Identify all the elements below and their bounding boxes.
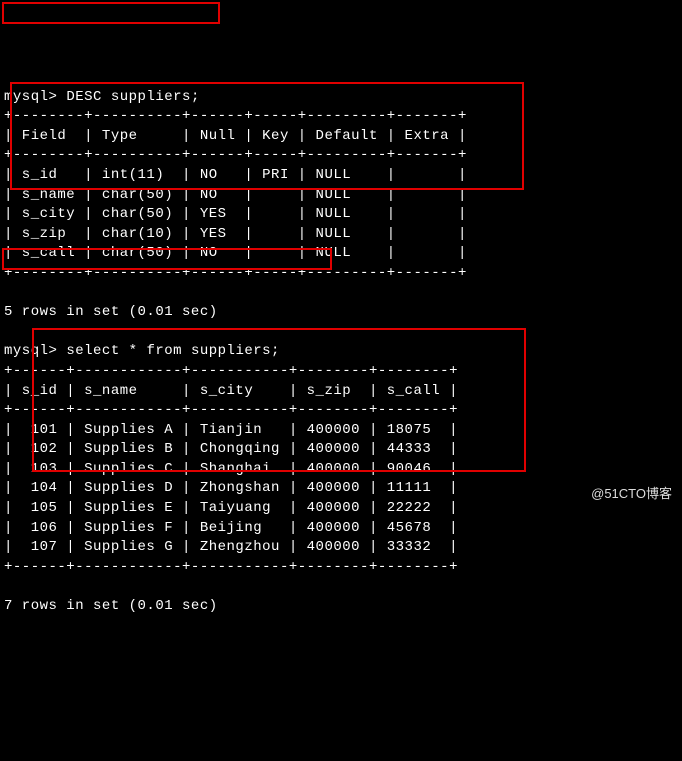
mysql-prompt[interactable]: mysql> select * from suppliers;: [4, 343, 280, 359]
desc-row: | s_name | char(50) | NO | | NULL | |: [4, 187, 467, 203]
desc-row: | s_zip | char(10) | YES | | NULL | |: [4, 226, 467, 242]
select-border-mid: +------+------------+-----------+-------…: [4, 402, 458, 418]
desc-footer: 5 rows in set (0.01 sec): [4, 304, 218, 320]
desc-border-top: +--------+----------+------+-----+------…: [4, 108, 467, 124]
desc-border-bot: +--------+----------+------+-----+------…: [4, 265, 467, 281]
prompt-text: mysql>: [4, 343, 57, 359]
select-row: | 103 | Supplies C | Shanghai | 400000 |…: [4, 461, 458, 477]
desc-header-row: | Field | Type | Null | Key | Default | …: [4, 128, 467, 144]
select-row: | 101 | Supplies A | Tianjin | 400000 | …: [4, 422, 458, 438]
select-row: | 107 | Supplies G | Zhengzhou | 400000 …: [4, 539, 458, 555]
select-command: select * from suppliers;: [66, 343, 280, 359]
select-row: | 104 | Supplies D | Zhongshan | 400000 …: [4, 480, 458, 496]
prompt-text: mysql>: [4, 89, 57, 105]
select-border-bot: +------+------------+-----------+-------…: [4, 559, 458, 575]
desc-row: | s_id | int(11) | NO | PRI | NULL | |: [4, 167, 467, 183]
terminal-output: mysql> DESC suppliers; +--------+-------…: [4, 68, 678, 617]
select-header-row: | s_id | s_name | s_city | s_zip | s_cal…: [4, 383, 458, 399]
select-footer: 7 rows in set (0.01 sec): [4, 598, 218, 614]
mysql-prompt[interactable]: mysql> DESC suppliers;: [4, 89, 200, 105]
desc-row: | s_call | char(50) | NO | | NULL | |: [4, 245, 467, 261]
highlight-box: [2, 2, 220, 24]
desc-border-mid: +--------+----------+------+-----+------…: [4, 147, 467, 163]
select-row: | 102 | Supplies B | Chongqing | 400000 …: [4, 441, 458, 457]
select-row: | 106 | Supplies F | Beijing | 400000 | …: [4, 520, 458, 536]
desc-row: | s_city | char(50) | YES | | NULL | |: [4, 206, 467, 222]
watermark: @51CTO博客: [591, 483, 672, 502]
select-border-top: +------+------------+-----------+-------…: [4, 363, 458, 379]
desc-command: DESC suppliers;: [66, 89, 200, 105]
select-row: | 105 | Supplies E | Taiyuang | 400000 |…: [4, 500, 458, 516]
